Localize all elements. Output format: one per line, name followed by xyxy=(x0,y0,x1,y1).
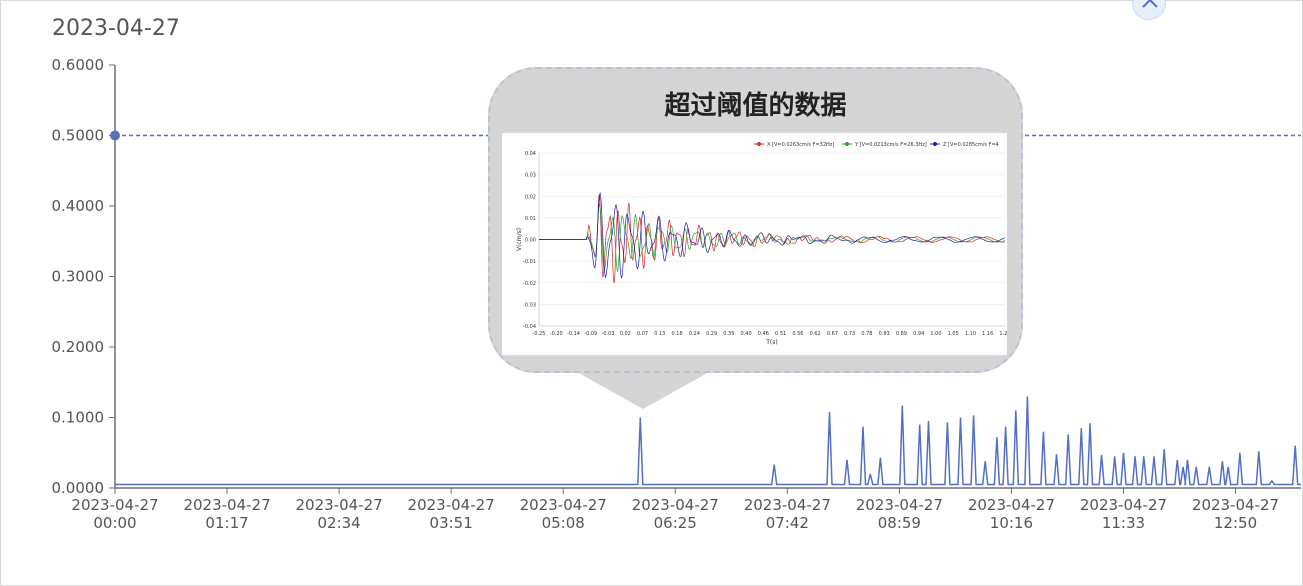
mini-x-tick: 0.13 xyxy=(654,331,665,337)
x-tick-date: 2023-04-27 xyxy=(71,496,158,514)
x-tick-time: 07:42 xyxy=(766,514,809,532)
mini-x-tick: 0.83 xyxy=(879,331,890,337)
mini-x-tick: 0.56 xyxy=(792,331,803,337)
x-tick-time: 03:51 xyxy=(430,514,473,532)
mini-x-label: T(s) xyxy=(765,339,777,346)
mini-x-tick: 0.29 xyxy=(706,331,717,337)
x-tick-date: 2023-04-27 xyxy=(744,496,831,514)
mini-x-tick: 0.18 xyxy=(672,331,683,337)
mini-y-tick: 0.04 xyxy=(525,151,536,157)
mini-x-tick: 0.35 xyxy=(723,331,734,337)
mini-x-tick: 0.73 xyxy=(844,331,855,337)
waveform-svg: 0.04 0.03 0.02 0.01 0.00 -0.01 -0.02 -0.03 -0.04… xyxy=(516,142,1011,346)
y-tick-label: 0.2000 xyxy=(52,338,105,356)
popup-title: 超过阈值的数据 xyxy=(664,91,847,121)
mini-x-tick: 1.00 xyxy=(930,331,941,337)
popup-pointer xyxy=(575,371,711,409)
waveform-chart: 0.04 0.03 0.02 0.01 0.00 -0.01 -0.02 -0.03 -0.04… xyxy=(502,133,1011,355)
mini-y-tick: -0.04 xyxy=(523,324,536,330)
mini-x-tick: -0.25 xyxy=(533,331,546,337)
x-tick-time: 05:08 xyxy=(542,514,585,532)
mini-x-tick: 1.05 xyxy=(948,331,959,337)
x-tick-time: 02:34 xyxy=(317,514,360,532)
x-tick-time: 12:50 xyxy=(1214,514,1257,532)
mini-x-tick: 0.51 xyxy=(775,331,786,337)
y-tick-label: 0.4000 xyxy=(52,197,105,215)
mini-x-tick: 0.94 xyxy=(913,331,924,337)
mini-y-tick: 0.02 xyxy=(525,194,536,200)
x-tick-time: 10:16 xyxy=(990,514,1033,532)
x-tick-time: 08:59 xyxy=(878,514,921,532)
mini-x-tick: -0.20 xyxy=(550,331,563,337)
x-tick-date: 2023-04-27 xyxy=(632,496,719,514)
mini-x-tick: -0.03 xyxy=(602,331,615,337)
x-tick-time: 01:17 xyxy=(205,514,248,532)
mini-x-tick: 0.24 xyxy=(689,331,700,337)
mini-x-tick: -0.14 xyxy=(567,331,580,337)
mini-legend-label: Z [V=0.0285cm/s F=4 xyxy=(943,142,999,148)
mini-y-tick: -0.03 xyxy=(523,302,536,308)
mini-x-tick: 0.07 xyxy=(637,331,648,337)
mini-y-tick: 0.01 xyxy=(525,216,536,222)
y-tick-label: 0.1000 xyxy=(52,409,105,427)
series-line xyxy=(115,396,1301,486)
mini-legend-marker xyxy=(845,142,849,146)
mini-legend-label: X [V=0.0263cm/s F=32Hz] xyxy=(767,142,834,148)
mini-y-tick: -0.01 xyxy=(523,259,536,265)
mini-x-tick: 1.10 xyxy=(965,331,976,337)
x-tick-time: 06:25 xyxy=(654,514,697,532)
mini-x-tick: 0.40 xyxy=(741,331,752,337)
mini-x-tick: 0.02 xyxy=(620,331,631,337)
mini-series-line xyxy=(539,191,1005,279)
mini-legend-label: Y [V=0.0213cm/s F=26.3Hz] xyxy=(854,142,927,148)
x-tick-date: 2023-04-27 xyxy=(296,496,383,514)
mini-x-tick: 0.89 xyxy=(896,331,907,337)
mini-y-tick: 0.00 xyxy=(525,238,536,244)
y-tick-label: 0.3000 xyxy=(52,268,105,286)
mini-x-tick: 1.21 xyxy=(999,331,1007,337)
mini-x-tick: 0.46 xyxy=(758,331,769,337)
mini-legend-marker xyxy=(933,142,937,146)
mini-x-tick: 1.16 xyxy=(982,331,993,337)
x-tick-time: 11:33 xyxy=(1102,514,1145,532)
mini-legend-marker xyxy=(757,142,761,146)
mini-x-tick: 0.67 xyxy=(827,331,838,337)
mini-y-tick: 0.03 xyxy=(525,173,536,179)
x-tick-time: 00:00 xyxy=(93,514,136,532)
x-tick-date: 2023-04-27 xyxy=(408,496,495,514)
x-tick-date: 2023-04-27 xyxy=(856,496,943,514)
y-tick-label: 0.5000 xyxy=(52,127,105,145)
x-tick-date: 2023-04-27 xyxy=(968,496,1055,514)
x-tick-date: 2023-04-27 xyxy=(1192,496,1279,514)
mini-x-tick: 0.62 xyxy=(810,331,821,337)
mini-y-label: V(cm/s) xyxy=(516,228,523,251)
x-tick-date: 2023-04-27 xyxy=(183,496,270,514)
mini-x-tick: -0.09 xyxy=(584,331,597,337)
y-tick-label: 0.0000 xyxy=(52,479,105,497)
mini-x-tick: 0.78 xyxy=(861,331,872,337)
x-tick-date: 2023-04-27 xyxy=(1080,496,1167,514)
x-tick-date: 2023-04-27 xyxy=(520,496,607,514)
y-tick-label: 0.6000 xyxy=(52,56,105,74)
mini-y-tick: -0.02 xyxy=(523,281,536,287)
